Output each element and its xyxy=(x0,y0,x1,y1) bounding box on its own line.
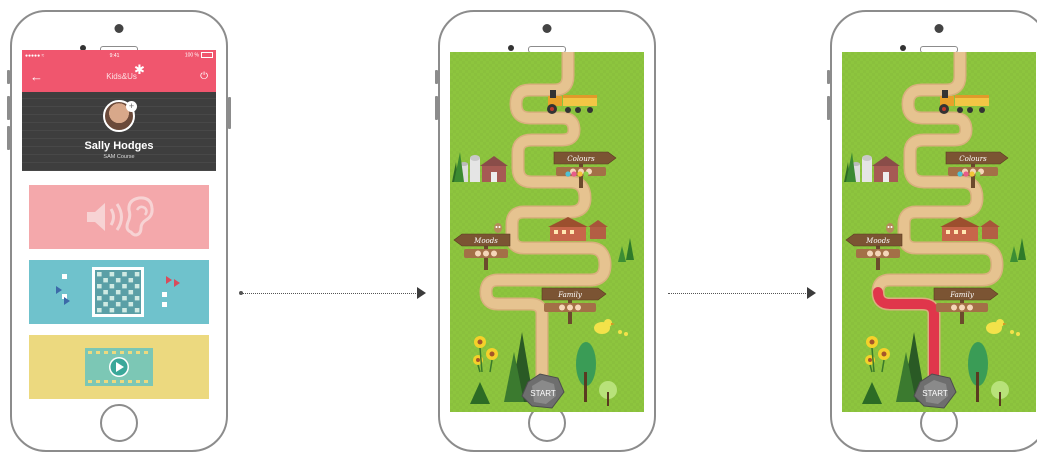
star-icon: ✱ xyxy=(133,62,145,77)
volume-down-button xyxy=(7,126,10,150)
svg-text:Moods: Moods xyxy=(865,237,890,245)
battery-icon xyxy=(201,52,213,59)
video-tile[interactable] xyxy=(26,332,212,402)
carrier-signal: ●●●●● ≈ xyxy=(25,52,45,59)
camera xyxy=(542,24,552,33)
chick-icon xyxy=(594,319,628,336)
svg-text:Moods: Moods xyxy=(473,237,498,245)
profile-panel: + Sally Hodges SAM Course xyxy=(22,92,216,171)
add-photo-icon[interactable]: + xyxy=(126,101,137,112)
svg-text:Colours: Colours xyxy=(567,155,595,163)
farmhouse-icon xyxy=(940,217,1000,241)
game-map-screen-progress: Colours Moods Family START xyxy=(842,52,1036,412)
moods-sign[interactable]: Moods xyxy=(845,233,903,270)
sensor xyxy=(900,45,906,51)
flowers-icon xyxy=(473,336,498,373)
volume-up-button xyxy=(7,96,10,120)
arrow-left-icon[interactable]: ← xyxy=(30,69,43,84)
app-screen: ●●●●● ≈ 9:41 100 % ← Kids&Us ✱ ⏻ + Sally … xyxy=(22,50,216,406)
game-map-screen: Colours Moods Family START xyxy=(450,52,644,412)
power-icon[interactable]: ⏻ xyxy=(200,71,208,82)
phone-frame-2: Colours Moods Family START xyxy=(435,10,656,452)
volume-up-button xyxy=(827,70,830,84)
flow-arrow-2 xyxy=(668,287,816,299)
start-label: START xyxy=(530,389,556,398)
start-label: START xyxy=(922,389,948,398)
battery-status: 100 % xyxy=(185,52,213,59)
app-header: ← Kids&Us ✱ ⏻ xyxy=(22,61,216,92)
app-logo: Kids&Us ✱ xyxy=(106,62,145,81)
camera xyxy=(934,24,944,33)
svg-text:Family: Family xyxy=(557,291,583,299)
owl-icon xyxy=(494,223,502,233)
tractor-icon xyxy=(547,90,597,114)
tractor-icon xyxy=(939,90,989,114)
power-side-button xyxy=(228,97,231,129)
board-game-tile[interactable] xyxy=(26,257,212,327)
barn-icon xyxy=(844,152,900,182)
flowers-icon xyxy=(865,336,890,373)
svg-text:Colours: Colours xyxy=(959,155,987,163)
owl-icon xyxy=(886,223,894,233)
game-board-icon xyxy=(56,267,180,317)
moods-sign[interactable]: Moods xyxy=(453,233,511,270)
svg-text:Family: Family xyxy=(949,291,975,299)
play-icon xyxy=(85,348,153,386)
profile-course: SAM Course xyxy=(103,154,135,160)
sensor xyxy=(508,45,514,51)
mute-switch xyxy=(7,70,10,84)
phone-frame-1: ●●●●● ≈ 9:41 100 % ← Kids&Us ✱ ⏻ + Sally … xyxy=(7,10,231,452)
profile-name: Sally Hodges xyxy=(84,140,154,152)
listen-tile[interactable] xyxy=(26,182,212,252)
home-button[interactable] xyxy=(100,404,138,442)
status-bar: ●●●●● ≈ 9:41 100 % xyxy=(22,50,216,61)
flow-arrow-1 xyxy=(239,287,426,299)
family-sign[interactable]: Family xyxy=(933,287,999,324)
volume-up-button xyxy=(435,70,438,84)
phone-frame-3: Colours Moods Family START xyxy=(827,10,1037,452)
barn-icon xyxy=(452,152,508,182)
camera xyxy=(114,24,124,33)
volume-down-button xyxy=(827,96,830,120)
farmhouse-icon xyxy=(548,217,608,241)
volume-down-button xyxy=(435,96,438,120)
status-time: 9:41 xyxy=(109,52,120,59)
family-sign[interactable]: Family xyxy=(541,287,607,324)
speaker-ear-icon xyxy=(87,196,154,237)
chick-icon xyxy=(986,319,1020,336)
